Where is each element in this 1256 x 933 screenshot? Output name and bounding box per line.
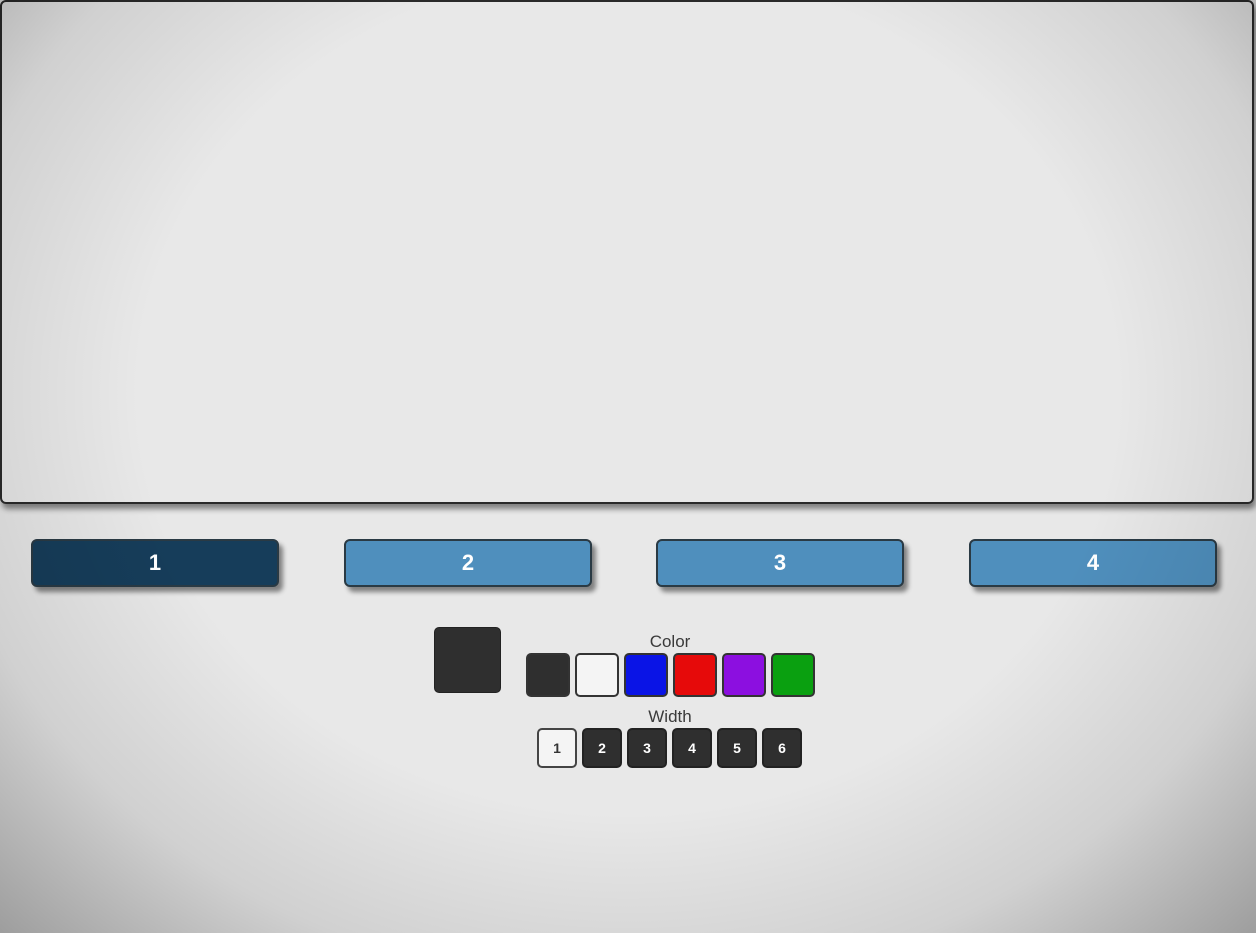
- page-1-button[interactable]: 1: [31, 539, 279, 587]
- page-3-label: 3: [773, 550, 787, 575]
- width-button-5[interactable]: 5: [717, 728, 757, 768]
- width-button-6[interactable]: 6: [762, 728, 802, 768]
- width-button-2[interactable]: 2: [582, 728, 622, 768]
- color-swatch-green[interactable]: [771, 653, 815, 697]
- page-2-label: 2: [461, 550, 475, 575]
- width-button-1[interactable]: 1: [537, 728, 577, 768]
- width-button-3[interactable]: 3: [627, 728, 667, 768]
- color-palette: [526, 653, 815, 697]
- drawing-canvas[interactable]: [0, 0, 1254, 504]
- color-label: Color: [649, 632, 691, 651]
- color-swatch-red[interactable]: [673, 653, 717, 697]
- page-4-label: 4: [1086, 550, 1100, 575]
- page-4-button[interactable]: 4: [969, 539, 1217, 587]
- page-1-label: 1: [148, 550, 162, 575]
- color-swatch-white[interactable]: [575, 653, 619, 697]
- width-button-4[interactable]: 4: [672, 728, 712, 768]
- page-2-button[interactable]: 2: [344, 539, 592, 587]
- current-color-preview: [434, 627, 501, 693]
- width-label: Width: [648, 707, 692, 726]
- color-swatch-black[interactable]: [526, 653, 570, 697]
- width-selector: 1 2 3 4 5 6: [537, 728, 802, 768]
- color-swatch-blue[interactable]: [624, 653, 668, 697]
- color-swatch-purple[interactable]: [722, 653, 766, 697]
- page-3-button[interactable]: 3: [656, 539, 904, 587]
